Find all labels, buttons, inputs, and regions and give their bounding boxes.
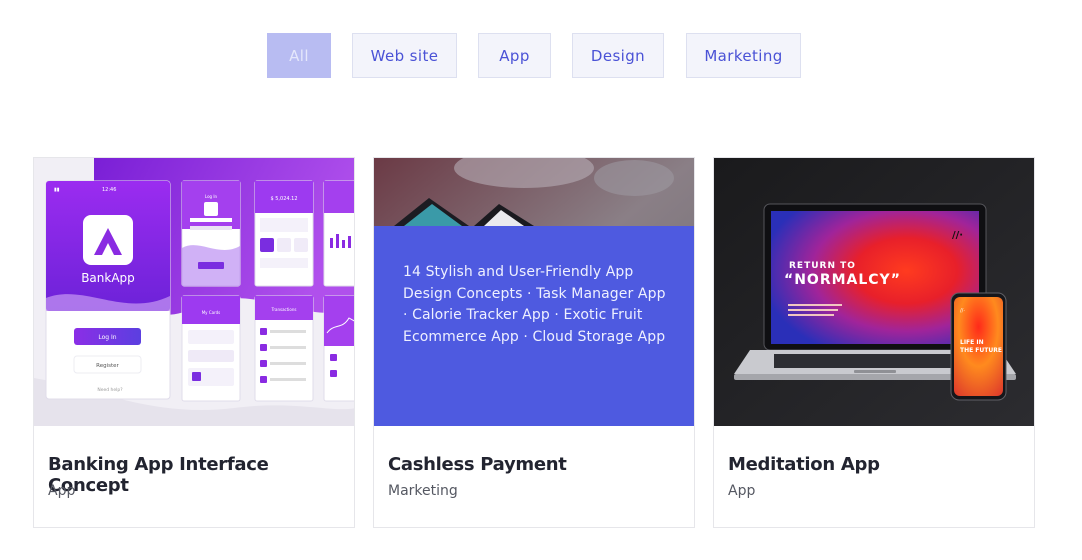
svg-text:▮▮: ▮▮ [54,187,60,193]
banking-app-mockup-image: ▮▮ 12:46 BankApp Log In Register Need he… [34,158,354,426]
svg-text:RETURN TO: RETURN TO [789,261,856,271]
filter-app-button[interactable]: App [478,33,551,78]
svg-text:“NORMALCY”: “NORMALCY” [784,272,901,288]
portfolio-card-cashless[interactable]: 14 Stylish and User-Friendly App Design … [373,157,695,528]
svg-text:Register: Register [96,363,119,369]
laptop-phone-mockup-image: RETURN TO “NORMALCY” //· //· LIFE IN THE… [714,158,1034,426]
card-category: App [48,483,76,499]
card-overlay-description: 14 Stylish and User-Friendly App Design … [374,226,694,426]
svg-text:BankApp: BankApp [81,271,135,285]
svg-text:Transactions: Transactions [271,307,297,312]
svg-text:Need help?: Need help? [97,387,123,393]
filter-all-button[interactable]: All [267,33,331,78]
card-thumbnail[interactable]: ▮▮ 12:46 BankApp Log In Register Need he… [34,158,354,426]
svg-text:My Cards: My Cards [202,310,221,315]
svg-text://·: //· [960,308,965,314]
svg-text:$ 5,024.12: $ 5,024.12 [270,196,297,202]
filter-website-button[interactable]: Web site [352,33,457,78]
svg-text:LIFE IN: LIFE IN [960,339,984,346]
card-thumbnail[interactable]: 14 Stylish and User-Friendly App Design … [374,158,694,426]
card-thumbnail[interactable]: RETURN TO “NORMALCY” //· //· LIFE IN THE… [714,158,1034,426]
svg-text://·: //· [952,230,963,241]
card-title[interactable]: Meditation App [728,454,880,475]
svg-text:Log In: Log In [98,334,116,341]
portfolio-card-banking[interactable]: ▮▮ 12:46 BankApp Log In Register Need he… [33,157,355,528]
card-category: App [728,483,756,499]
svg-text:THE FUTURE: THE FUTURE [960,347,1002,354]
card-category: Marketing [388,483,458,499]
svg-text:12:46: 12:46 [102,187,116,193]
filter-design-button[interactable]: Design [572,33,664,78]
card-title[interactable]: Banking App Interface Concept [48,454,354,496]
portfolio-card-meditation[interactable]: RETURN TO “NORMALCY” //· //· LIFE IN THE… [713,157,1035,528]
card-title[interactable]: Cashless Payment [388,454,567,475]
filter-marketing-button[interactable]: Marketing [686,33,801,78]
svg-text:Log In: Log In [205,194,218,199]
